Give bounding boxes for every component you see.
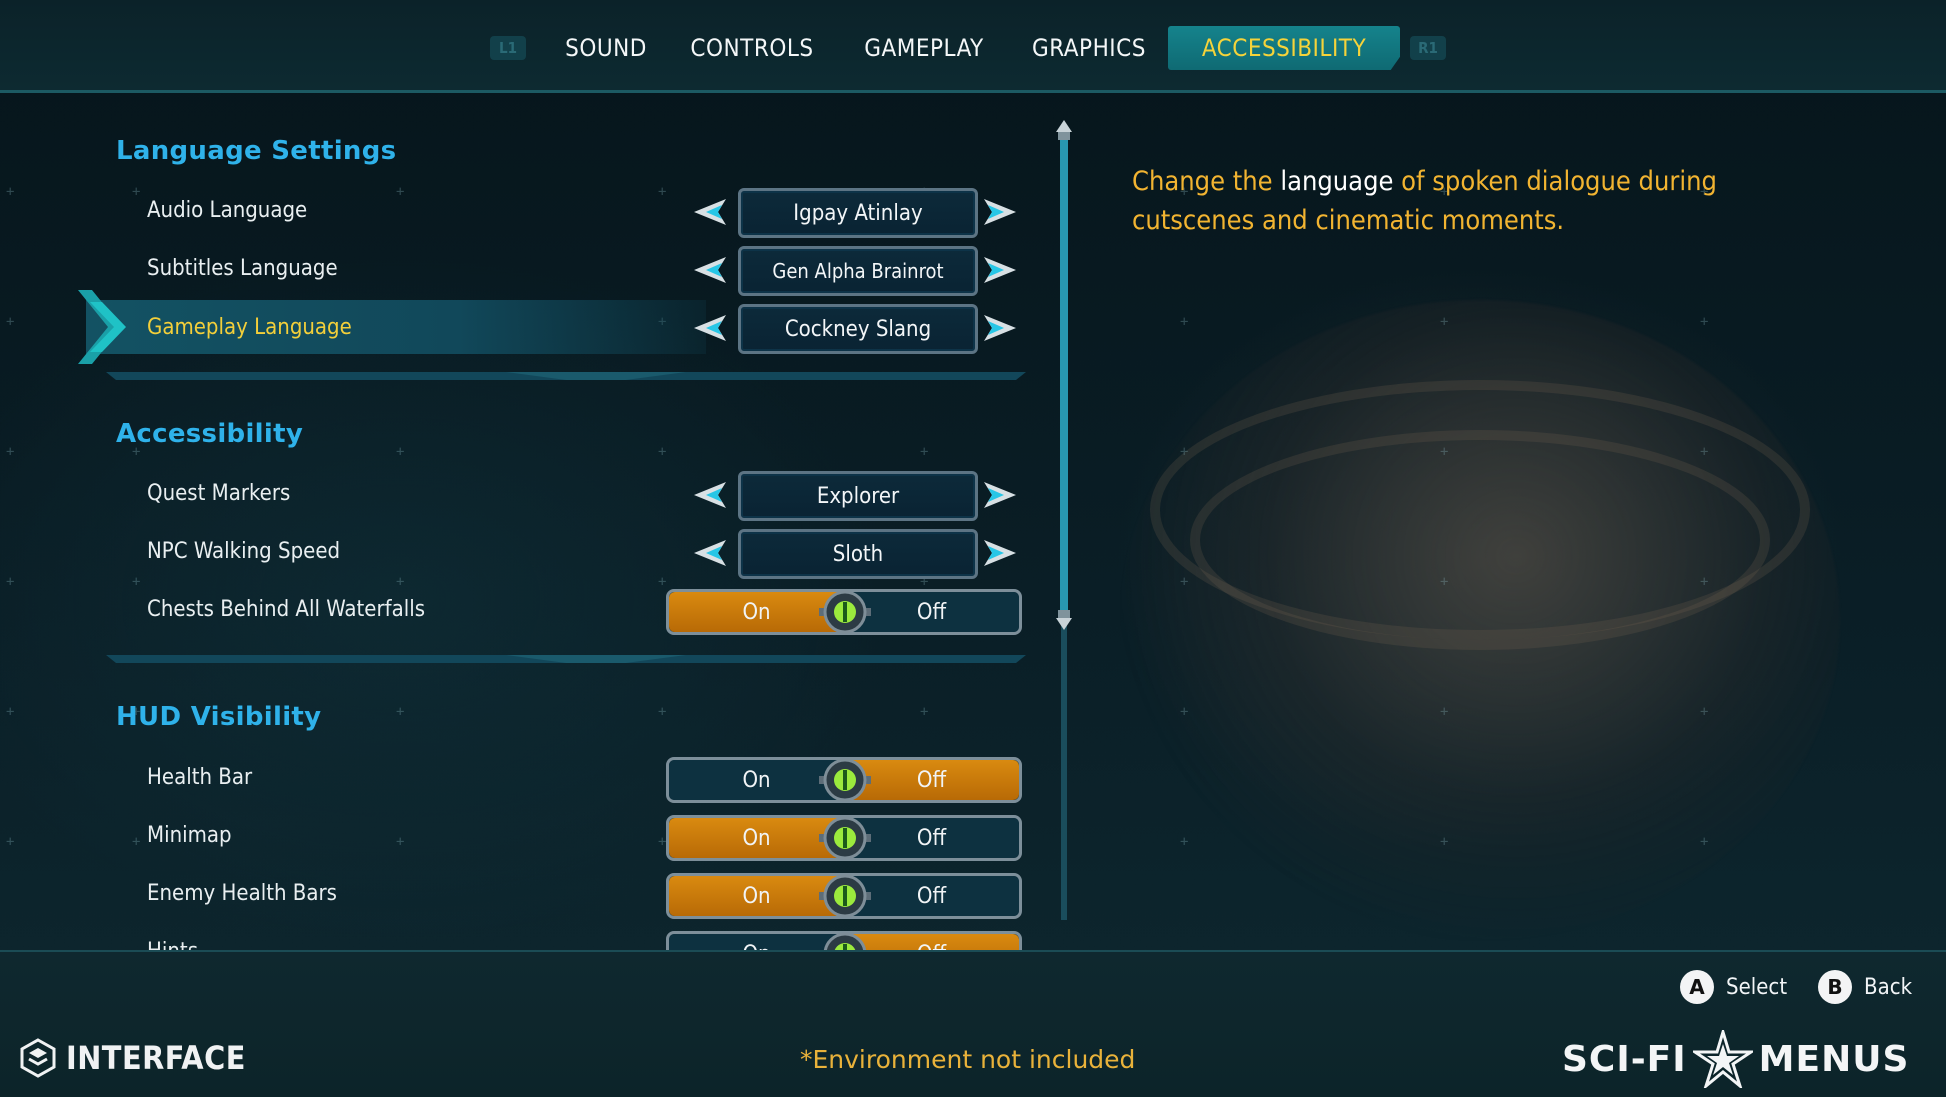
toggle-knob-icon bbox=[823, 932, 867, 950]
interface-brand: INTERFACE bbox=[18, 1038, 246, 1078]
toggle-on-option[interactable]: On bbox=[669, 934, 844, 950]
gameplay-language-selector[interactable]: Cockney Slang bbox=[692, 304, 1018, 354]
tab-graphics[interactable]: GRAPHICS bbox=[1010, 26, 1168, 70]
chests-behind-waterfalls-toggle[interactable]: On Off bbox=[666, 589, 1022, 635]
selection-chevron-icon bbox=[78, 290, 126, 364]
description-highlight: language bbox=[1280, 166, 1394, 197]
scroll-down-icon[interactable] bbox=[1054, 606, 1074, 632]
b-button-icon: B bbox=[1818, 970, 1852, 1004]
row-label-health-bar[interactable]: Health Bar bbox=[147, 765, 252, 790]
section-divider bbox=[106, 655, 1026, 663]
environment-note: *Environment not included bbox=[800, 1045, 1136, 1074]
npc-walking-speed-selector[interactable]: Sloth bbox=[692, 529, 1018, 579]
section-title-hud-visibility: HUD Visibility bbox=[116, 702, 322, 732]
arrow-left-icon[interactable] bbox=[692, 197, 732, 227]
a-button-icon: A bbox=[1680, 970, 1714, 1004]
arrow-left-icon[interactable] bbox=[692, 255, 732, 285]
arrow-right-icon[interactable] bbox=[978, 538, 1018, 568]
arrow-left-icon[interactable] bbox=[692, 480, 732, 510]
section-title-language: Language Settings bbox=[116, 136, 397, 166]
toggle-knob-icon bbox=[819, 874, 871, 918]
back-label: Back bbox=[1864, 974, 1913, 1000]
back-hint[interactable]: B Back bbox=[1818, 970, 1912, 1004]
npc-walking-speed-value: Sloth bbox=[738, 529, 978, 579]
r1-shoulder-icon[interactable]: R1 bbox=[1410, 36, 1446, 60]
tab-accessibility[interactable]: ACCESSIBILITY bbox=[1168, 26, 1400, 70]
scrollbar-thumb[interactable] bbox=[1060, 132, 1068, 620]
hints-toggle[interactable]: On Off bbox=[666, 931, 1022, 950]
minimap-toggle[interactable]: On Off bbox=[666, 815, 1022, 861]
arrow-left-icon[interactable] bbox=[692, 538, 732, 568]
arrow-left-icon[interactable] bbox=[692, 313, 732, 343]
row-label-enemy-health-bars[interactable]: Enemy Health Bars bbox=[147, 881, 337, 906]
row-label-minimap[interactable]: Minimap bbox=[147, 823, 232, 848]
toggle-knob-icon bbox=[819, 816, 871, 860]
audio-language-selector[interactable]: Igpay Atinlay bbox=[692, 188, 1018, 238]
section-title-accessibility: Accessibility bbox=[116, 419, 304, 449]
l1-shoulder-icon[interactable]: L1 bbox=[490, 36, 526, 60]
toggle-on-option[interactable]: On bbox=[669, 592, 844, 632]
row-label-gameplay-language[interactable]: Gameplay Language bbox=[147, 315, 352, 340]
arrow-right-icon[interactable] bbox=[978, 313, 1018, 343]
brand-name: INTERFACE bbox=[66, 1039, 246, 1077]
audio-language-value: Igpay Atinlay bbox=[738, 188, 978, 238]
scifi-menus-logo: SCI-FI MENUS bbox=[1562, 1030, 1909, 1088]
toggle-on-option[interactable]: On bbox=[669, 876, 844, 916]
row-label-audio-language[interactable]: Audio Language bbox=[147, 198, 307, 223]
toggle-on-option[interactable]: On bbox=[669, 818, 844, 858]
star-emblem-icon bbox=[1692, 1030, 1753, 1088]
toggle-on-option[interactable]: On bbox=[669, 760, 844, 800]
tab-bar: L1 SOUND CONTROLS GAMEPLAY GRAPHICS ACCE… bbox=[0, 0, 1946, 93]
select-hint[interactable]: A Select bbox=[1680, 970, 1787, 1004]
row-label-npc-walking-speed[interactable]: NPC Walking Speed bbox=[147, 539, 340, 564]
section-divider bbox=[106, 372, 1026, 380]
select-label: Select bbox=[1726, 974, 1788, 1000]
quest-markers-value: Explorer bbox=[738, 471, 978, 521]
subtitles-language-selector[interactable]: Gen Alpha Brainrot bbox=[692, 246, 1018, 296]
scroll-up-icon[interactable] bbox=[1054, 118, 1074, 144]
setting-description: Change the language of spoken dialogue d… bbox=[1132, 162, 1832, 240]
toggle-knob-icon bbox=[819, 758, 871, 802]
subtitles-language-value: Gen Alpha Brainrot bbox=[738, 246, 978, 296]
row-label-subtitles-language[interactable]: Subtitles Language bbox=[147, 256, 338, 281]
logo-text-right: MENUS bbox=[1758, 1038, 1910, 1080]
health-bar-toggle[interactable]: On Off bbox=[666, 757, 1022, 803]
arrow-right-icon[interactable] bbox=[978, 197, 1018, 227]
gameplay-language-value: Cockney Slang bbox=[738, 304, 978, 354]
row-label-quest-markers[interactable]: Quest Markers bbox=[147, 481, 290, 506]
tab-sound[interactable]: SOUND bbox=[546, 26, 666, 70]
toggle-knob-icon bbox=[819, 590, 871, 634]
row-label-chests-behind-waterfalls[interactable]: Chests Behind All Waterfalls bbox=[147, 597, 425, 622]
quest-markers-selector[interactable]: Explorer bbox=[692, 471, 1018, 521]
description-prefix: Change the bbox=[1132, 166, 1281, 197]
tab-controls[interactable]: CONTROLS bbox=[666, 26, 838, 70]
row-label-hints[interactable]: Hints bbox=[147, 939, 198, 950]
arrow-right-icon[interactable] bbox=[978, 480, 1018, 510]
arrow-right-icon[interactable] bbox=[978, 255, 1018, 285]
logo-text-left: SCI-FI bbox=[1562, 1038, 1687, 1080]
tab-gameplay[interactable]: GAMEPLAY bbox=[838, 26, 1010, 70]
enemy-health-bars-toggle[interactable]: On Off bbox=[666, 873, 1022, 919]
interface-logo-icon bbox=[20, 1038, 56, 1078]
